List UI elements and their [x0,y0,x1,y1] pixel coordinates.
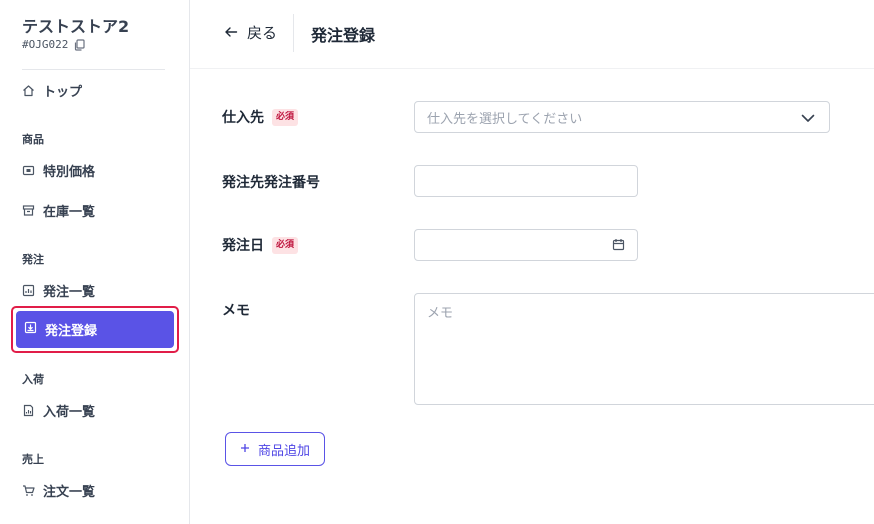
store-code: #OJG022 [22,38,85,51]
required-badge: 必須 [272,236,299,254]
section-label-products: 商品 [22,133,44,146]
sidebar-item-order-register[interactable]: 発注登録 [16,311,174,348]
plus-icon [240,442,250,457]
home-icon [22,84,35,97]
sidebar-item-stock-list[interactable]: 在庫一覧 [22,198,95,222]
document-chart-icon [22,404,35,417]
header-divider [293,14,294,52]
supplier-label: 仕入先 [222,110,264,126]
order-date-field[interactable] [414,229,638,261]
memo-label: メモ [222,303,250,319]
sidebar-item-sales-order-list[interactable]: 注文一覧 [22,478,95,502]
archive-box-icon [22,204,35,217]
order-date-label: 発注日 [222,238,264,254]
sidebar-item-label: 発注登録 [45,324,98,339]
memo-placeholder: メモ [427,306,454,321]
page-title: 発注登録 [311,26,376,45]
cart-icon [22,484,35,497]
price-tag-icon [22,164,35,177]
sidebar-item-label: 発注一覧 [43,284,96,300]
sidebar: テストストア2 #OJG022 トップ 商品 特別価格 在庫一覧 発注 発注一覧 [0,0,190,524]
supplier-order-number-field[interactable] [414,165,638,197]
supplier-select-placeholder: 仕入先を選択してください [427,111,583,127]
sidebar-item-receiving-list[interactable]: 入荷一覧 [22,398,95,422]
sidebar-item-order-register-highlight: 発注登録 [11,306,179,353]
section-label-sales: 売上 [22,453,44,466]
supplier-order-number-label: 発注先発注番号 [222,175,320,191]
supplier-select[interactable]: 仕入先を選択してください [414,101,830,133]
memo-field[interactable]: メモ [414,293,874,405]
page-header: 戻る 発注登録 [190,0,874,69]
sidebar-item-label: 特別価格 [43,164,96,180]
supplier-label-row: 仕入先 必須 [222,107,299,127]
sidebar-item-label: 在庫一覧 [43,204,96,220]
sidebar-item-label: 入荷一覧 [43,404,96,420]
sidebar-item-top[interactable]: トップ [22,78,82,102]
arrow-left-icon [224,24,238,42]
sidebar-item-special-price[interactable]: 特別価格 [22,158,95,182]
sidebar-divider [22,69,165,70]
back-button[interactable]: 戻る [224,22,277,43]
sidebar-item-label: トップ [43,84,83,100]
store-name: テストストア2 [22,17,130,36]
sidebar-item-order-list[interactable]: 発注一覧 [22,278,95,302]
copy-icon[interactable] [74,38,85,51]
add-product-label: 商品追加 [257,443,310,459]
section-label-receiving: 入荷 [22,373,44,386]
sidebar-item-label: 注文一覧 [43,484,96,500]
store-code-text: #OJG022 [22,38,69,51]
chevron-down-icon [801,108,815,127]
back-button-label: 戻る [247,24,278,42]
chart-icon [22,284,35,297]
inbox-download-icon [24,321,37,338]
add-product-button[interactable]: 商品追加 [225,432,325,466]
order-date-label-row: 発注日 必須 [222,235,299,255]
required-badge: 必須 [272,108,299,126]
section-label-orders: 発注 [22,253,44,266]
